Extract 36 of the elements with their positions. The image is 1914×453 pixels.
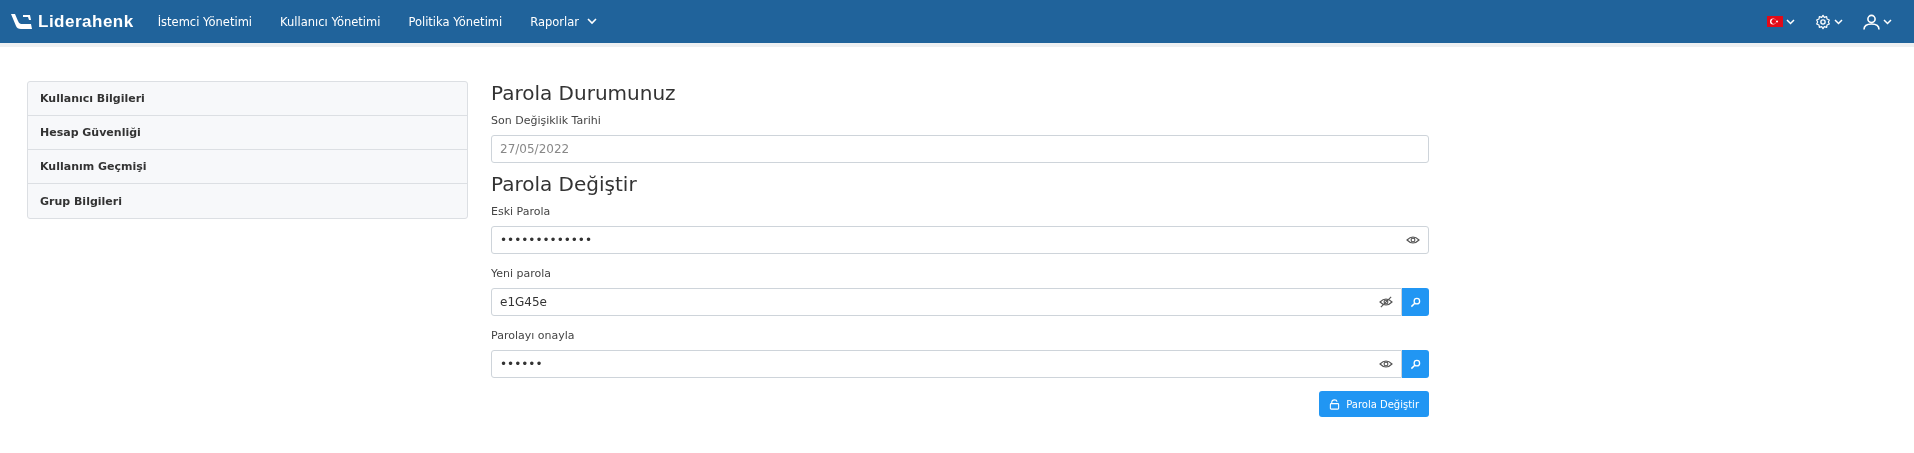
- eye-slash-icon[interactable]: [1379, 296, 1393, 308]
- nav-link[interactable]: Raporlar: [530, 14, 598, 29]
- sidebar-item[interactable]: Kullanım Geçmişi: [28, 150, 467, 184]
- caret-icon: [1883, 18, 1892, 25]
- section-title: Parola Değiştir: [491, 172, 638, 196]
- nav-link[interactable]: İstemci Yönetimi: [157, 14, 253, 29]
- user-menu[interactable]: [1863, 13, 1892, 30]
- language-menu[interactable]: [1767, 16, 1795, 27]
- password-field[interactable]: •••••••••••••: [491, 226, 1429, 254]
- logo-icon: [8, 11, 34, 32]
- password-field[interactable]: e1G45e: [491, 288, 1402, 316]
- generate-password-button[interactable]: [1402, 288, 1429, 316]
- user-icon: [1863, 13, 1880, 30]
- field-label: Parolayı onayla: [491, 329, 576, 342]
- field-label: Son Değişiklik Tarihi: [491, 114, 602, 127]
- settings-menu[interactable]: [1815, 13, 1843, 30]
- lock-icon: [1329, 398, 1341, 410]
- password-field[interactable]: ••••••: [491, 350, 1402, 378]
- eye-icon[interactable]: [1379, 358, 1393, 370]
- flag-icon: [1767, 16, 1783, 27]
- sidebar-item[interactable]: Kullanıcı Bilgileri: [28, 82, 467, 116]
- settings-icon: [1815, 13, 1831, 30]
- eye-icon[interactable]: [1406, 234, 1420, 246]
- generate-password-button[interactable]: [1402, 350, 1429, 378]
- nav-link[interactable]: Politika Yönetimi: [408, 14, 503, 29]
- field-label: Eski Parola: [491, 205, 552, 218]
- logo-text[interactable]: Liderahenk: [38, 11, 134, 32]
- section-title: Parola Durumunuz: [491, 81, 677, 105]
- caret-icon: [587, 18, 598, 25]
- date-field: 27/05/2022: [491, 135, 1429, 163]
- caret-icon: [1786, 18, 1795, 25]
- sidebar-item[interactable]: Hesap Güvenliği: [28, 116, 467, 150]
- sidebar-item[interactable]: Grup Bilgileri: [28, 184, 467, 218]
- nav-link[interactable]: Kullanıcı Yönetimi: [280, 14, 381, 29]
- caret-icon: [1834, 18, 1843, 25]
- field-label: Yeni parola: [491, 267, 553, 280]
